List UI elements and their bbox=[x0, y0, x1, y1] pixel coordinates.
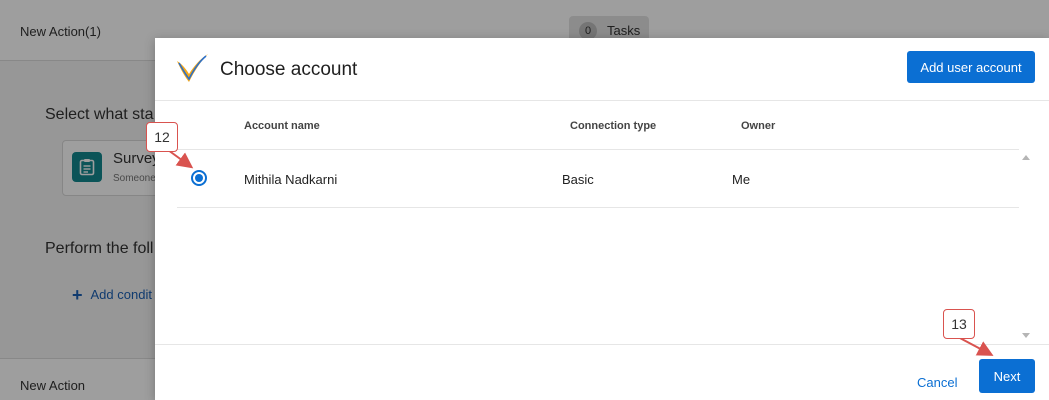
scroll-up-arrow-icon[interactable] bbox=[1022, 155, 1030, 160]
owner-cell: Me bbox=[732, 172, 751, 187]
checkmark-logo-icon bbox=[175, 52, 209, 89]
add-user-account-button[interactable]: Add user account bbox=[907, 51, 1035, 83]
column-account-name: Account name bbox=[244, 120, 320, 132]
account-name-cell: Mithila Nadkarni bbox=[244, 172, 338, 187]
column-connection-type: Connection type bbox=[570, 120, 657, 132]
dialog-footer: Cancel Next bbox=[155, 344, 1049, 400]
cancel-button[interactable]: Cancel bbox=[917, 375, 957, 390]
choose-account-dialog: Choose account Add user account Account … bbox=[155, 38, 1049, 400]
step-12-callout: 12 bbox=[146, 122, 178, 152]
dialog-title: Choose account bbox=[220, 59, 358, 80]
scroll-down-arrow-icon[interactable] bbox=[1022, 333, 1030, 338]
dialog-header: Choose account Add user account bbox=[155, 38, 1049, 101]
connection-type-cell: Basic bbox=[562, 172, 594, 187]
table-row[interactable]: Mithila Nadkarni Basic Me bbox=[177, 149, 1019, 208]
account-radio-selected[interactable] bbox=[191, 170, 207, 186]
page: New Action(1) 0 Tasks Select what sta Su… bbox=[0, 0, 1049, 400]
column-owner: Owner bbox=[741, 120, 776, 132]
next-button[interactable]: Next bbox=[979, 359, 1035, 393]
step-13-callout: 13 bbox=[943, 309, 975, 339]
accounts-table-header: Account name Connection type Owner bbox=[177, 100, 1019, 149]
table-scrollbar[interactable] bbox=[1019, 149, 1033, 344]
